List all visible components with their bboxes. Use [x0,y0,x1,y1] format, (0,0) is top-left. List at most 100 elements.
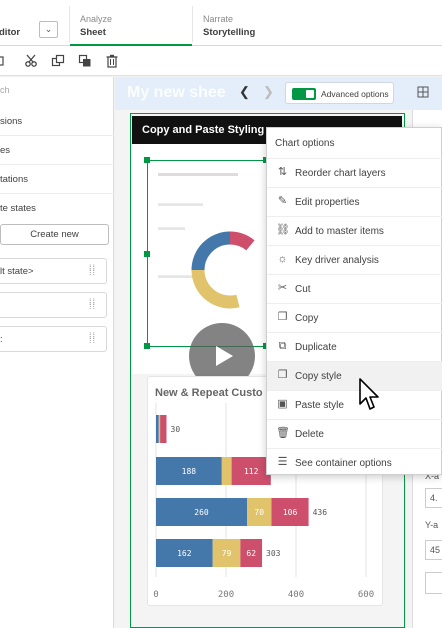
chevron-right-icon[interactable]: ❯ [263,84,274,100]
x-tick-label: 0 [153,590,158,600]
duplicate-icon: ⧉ [278,340,287,352]
menu-item-edit-properties[interactable]: ✎ Edit properties [267,187,442,216]
menu-item-copy[interactable]: ❐ Copy [267,303,442,332]
tab-analyze-sheet[interactable]: Analyze Sheet [70,0,192,46]
reorder-layers-icon: ⇅ [277,166,288,178]
copy-icon: ❐ [277,311,288,323]
paste-button[interactable] [75,51,95,71]
menu-item-label: Copy style [295,371,342,382]
tab-narrate-storytelling[interactable]: Narrate Storytelling [193,0,323,46]
container-options-icon: ☰ [277,456,288,468]
menu-item-label: Add to master items [295,226,384,237]
cut-button[interactable] [21,51,41,71]
state-label: lt state> [0,266,34,277]
menu-item-label: Cut [295,284,311,295]
menu-item-label: Delete [295,429,324,440]
link-icon: ⛓ [276,224,290,236]
menu-item-key-driver-analysis[interactable]: ☼ Key driver analysis [267,245,442,274]
x-tick-label: 200 [218,590,234,600]
delete-button[interactable] [102,51,122,71]
toolbar [0,46,442,76]
menu-item-duplicate[interactable]: ⧉ Duplicate [267,332,442,361]
panel-item-alternate-states[interactable]: te states [0,194,114,223]
grid-icon[interactable] [417,86,431,100]
menu-item-copy-style[interactable]: ❐ Copy style [267,361,442,390]
drag-handle-icon[interactable]: ⁞⁞ ⁞⁞ [89,264,98,278]
state-item[interactable]: lt state> ⁞⁞ ⁞⁞ [0,258,107,284]
menu-item-label: Copy [295,313,319,324]
search-input[interactable]: ch [0,85,10,95]
chart-title: Copy and Paste Styling [142,124,265,136]
mouse-cursor-icon [359,378,379,410]
tab-main-label: Storytelling [203,27,256,38]
sheet-title[interactable]: My new shee [127,84,226,102]
menu-item-label: Reorder chart layers [295,168,386,179]
menu-item-label: Edit properties [295,197,360,208]
edit-pencil-icon: ✎ [277,195,288,207]
panel-item-visualizations[interactable]: tations [0,165,114,194]
chart-selection-box [147,160,267,347]
trash-icon: 🗑 [276,427,290,439]
state-label: : [0,334,3,345]
bar-value-label: 162 [177,549,192,558]
advanced-options-label: Advanced options [321,89,389,99]
copy-button[interactable] [48,51,68,71]
x-value-input[interactable]: 4. [425,488,442,508]
panel-item-measures[interactable]: es [0,136,114,165]
bar-value-label: 70 [254,508,264,517]
trash-icon [106,54,118,68]
drag-handle-icon[interactable]: ⁞⁞ ⁞⁞ [89,332,98,346]
menu-header: Chart options [275,138,335,149]
state-item[interactable]: ⁞⁞ ⁞⁞ [0,292,107,318]
menu-item-add-to-master-items[interactable]: ⛓ Add to master items [267,216,442,245]
resize-handle[interactable] [144,251,150,257]
copy-icon [51,54,65,67]
chart-options-menu: Chart options ⇅ Reorder chart layers ✎ Edit… [266,127,442,475]
chevron-left-icon[interactable]: ❮ [239,84,250,100]
bar-total-label: 30 [171,425,181,434]
bar-total-label: 436 [313,508,328,517]
toggle-switch[interactable] [292,88,316,100]
toggle-knob [306,90,314,98]
bar-value-label: 79 [222,549,232,558]
menu-item-cut[interactable]: ✂ Cut [267,274,442,303]
chevron-down-icon[interactable]: ⌄ [39,21,58,38]
tab-main-label: Sheet [80,27,106,38]
mode-selector[interactable]: ditor [0,0,40,46]
advanced-options-toggle[interactable]: Advanced options [285,82,394,104]
bar-value-label: 188 [182,467,197,476]
menu-item-delete[interactable]: 🗑 Delete [267,419,442,448]
scissors-icon [25,54,37,67]
app-window: ditor ⌄ Analyze Sheet Narrate Storytelli… [0,0,442,628]
menu-item-label: Duplicate [295,342,337,353]
bar-value-label: 62 [246,549,256,558]
mode-label: ditor [0,27,21,38]
menu-item-label: Paste style [295,400,344,411]
bar-value-label: 106 [283,508,298,517]
menu-item-label: See container options [295,458,392,469]
menu-item-reorder-chart-layers[interactable]: ⇅ Reorder chart layers [267,158,442,187]
bar-value-label: 112 [244,467,259,476]
drag-handle-icon[interactable]: ⁞⁞ ⁞⁞ [89,298,98,312]
panel-item-dimensions[interactable]: sions [0,107,114,136]
scissors-icon: ✂ [277,282,288,294]
menu-item-label: Key driver analysis [295,255,379,266]
resize-handle[interactable] [144,157,150,163]
bar-segment [221,457,232,485]
menu-item-paste-style[interactable]: ▣ Paste style [267,390,442,419]
y-axis-label: Y-a [425,520,439,530]
y-value-input[interactable]: 45 [425,540,442,560]
paste-style-icon: ▣ [277,398,288,410]
bar-value-label: 260 [194,508,209,517]
paste-icon [78,54,91,67]
bar-segment [160,415,167,443]
menu-item-see-container-options[interactable]: ☰ See container options [267,448,442,477]
resize-handle[interactable] [144,343,150,349]
create-new-button[interactable]: Create new [0,224,109,245]
tab-small-label: Narrate [203,14,234,24]
sheet-header: My new shee ❮ ❯ Advanced options [115,77,442,110]
grid-icon-svg [417,86,429,98]
tool-button[interactable] [0,51,8,71]
state-item[interactable]: : ⁞⁞ ⁞⁞ [0,326,107,352]
property-input[interactable] [425,572,442,594]
